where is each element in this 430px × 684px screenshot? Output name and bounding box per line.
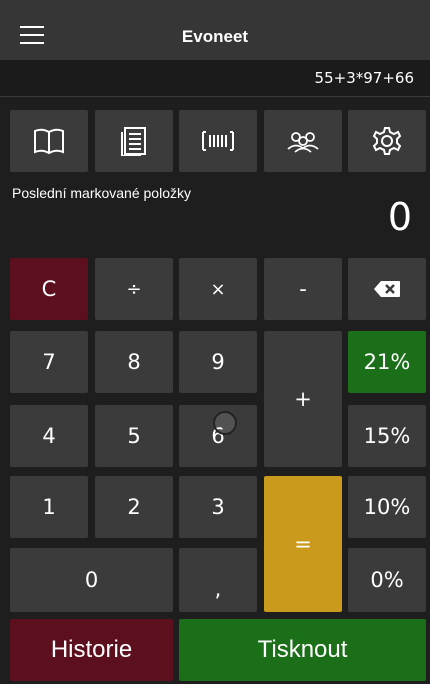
- vat-10-button[interactable]: 10%: [348, 476, 426, 538]
- history-button[interactable]: Historie: [10, 619, 173, 681]
- receipts-button[interactable]: [95, 110, 173, 172]
- barcode-button[interactable]: [179, 110, 257, 172]
- customers-icon: [287, 132, 319, 153]
- key-2[interactable]: 2: [95, 476, 173, 538]
- gear-icon: [372, 127, 402, 155]
- divide-button[interactable]: ÷: [95, 258, 173, 320]
- vat-15-button[interactable]: 15%: [348, 405, 426, 467]
- touch-cursor: [213, 411, 237, 435]
- expression-bar: 55+3*97+66: [0, 60, 430, 97]
- minus-button[interactable]: -: [264, 258, 342, 320]
- key-8[interactable]: 8: [95, 331, 173, 393]
- backspace-button[interactable]: [348, 258, 426, 320]
- key-4[interactable]: 4: [10, 405, 88, 467]
- title-bar: Evoneet: [0, 0, 430, 60]
- receipt-icon: [121, 127, 146, 156]
- customers-button[interactable]: [264, 110, 342, 172]
- app-title: Evoneet: [181, 27, 249, 46]
- key-7[interactable]: 7: [10, 331, 88, 393]
- equals-button[interactable]: =: [264, 476, 342, 612]
- settings-button[interactable]: [348, 110, 426, 172]
- backspace-icon: [374, 281, 400, 297]
- barcode-icon: [202, 131, 234, 151]
- key-1[interactable]: 1: [10, 476, 88, 538]
- key-0[interactable]: 0: [10, 548, 173, 612]
- clear-button[interactable]: C: [10, 258, 88, 320]
- key-9[interactable]: 9: [179, 331, 257, 393]
- plus-button[interactable]: +: [264, 331, 342, 467]
- vat-21-button[interactable]: 21%: [348, 331, 426, 393]
- key-5[interactable]: 5: [95, 405, 173, 467]
- vat-0-button[interactable]: 0%: [348, 548, 426, 612]
- key-3[interactable]: 3: [179, 476, 257, 538]
- comma-button[interactable]: ,: [179, 548, 257, 612]
- recent-items-label: Poslední markované položky: [12, 185, 191, 201]
- expression-text: 55+3*97+66: [314, 69, 414, 87]
- amount-display: 0: [387, 195, 412, 239]
- print-button[interactable]: Tisknout: [179, 619, 426, 681]
- book-icon: [34, 128, 64, 155]
- multiply-button[interactable]: ×: [179, 258, 257, 320]
- catalog-button[interactable]: [10, 110, 88, 172]
